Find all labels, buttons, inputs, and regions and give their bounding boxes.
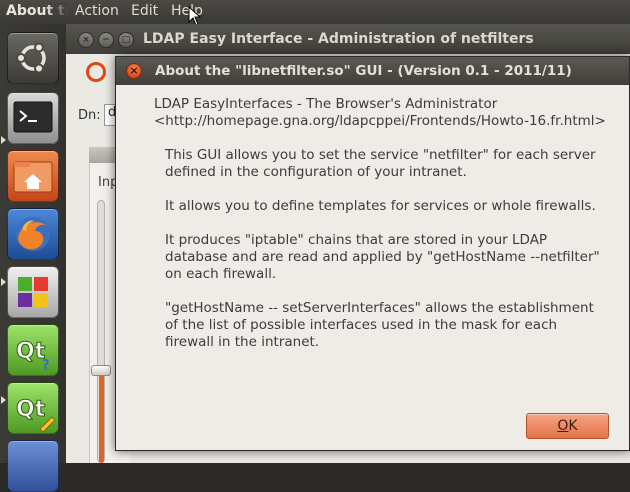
about-paragraph-line: This GUI allows you to set the service "… bbox=[165, 147, 596, 163]
main-window-minimize-icon[interactable]: − bbox=[98, 32, 114, 48]
top-menubar: About the Action Edit Help bbox=[0, 0, 630, 24]
launcher-firefox-button[interactable] bbox=[7, 208, 59, 260]
mouse-pointer-icon bbox=[188, 6, 202, 26]
launcher-terminal-button[interactable] bbox=[7, 92, 59, 144]
about-dialog-body: LDAP EasyInterfaces - The Browser's Admi… bbox=[116, 85, 629, 450]
dialog-close-icon[interactable]: × bbox=[126, 63, 142, 79]
launcher-more-button[interactable] bbox=[7, 440, 59, 492]
running-indicator-icon bbox=[1, 396, 6, 404]
menu-edit[interactable]: Edit bbox=[131, 3, 158, 19]
firefox-icon bbox=[16, 217, 50, 251]
ubuntu-logo-icon bbox=[86, 62, 106, 82]
ubuntu-logo-icon bbox=[16, 42, 46, 74]
qt-help-icon: Qt ? bbox=[16, 339, 50, 374]
main-window-maximize-icon[interactable]: □ bbox=[118, 32, 134, 48]
about-paragraph-line: It produces "iptable" chains that are st… bbox=[165, 232, 548, 248]
main-window-titlebar[interactable]: × − □ LDAP Easy Interface - Administrati… bbox=[66, 24, 630, 54]
launcher-home-folder-button[interactable] bbox=[7, 150, 59, 202]
main-window-title: LDAP Easy Interface - Administration of … bbox=[143, 31, 534, 47]
applications-icon bbox=[18, 277, 48, 307]
ok-mnemonic: O bbox=[557, 418, 569, 434]
about-dialog-titlebar[interactable]: × About the "libnetfilter.so" GUI - (Ver… bbox=[116, 57, 629, 85]
about-paragraph-line: of the list of possible interfaces used … bbox=[165, 317, 558, 333]
interfaces-slider-handle[interactable] bbox=[91, 365, 111, 376]
menu-action[interactable]: Action bbox=[75, 3, 119, 19]
about-paragraph-line: firewall in the intranet. bbox=[165, 334, 320, 350]
main-window-close-icon[interactable]: × bbox=[78, 32, 94, 48]
ok-button[interactable]: OK bbox=[526, 413, 609, 439]
about-paragraph-line: "getHostName -- setServerInterfaces" all… bbox=[165, 300, 594, 316]
about-paragraph-line: defined in the configuration of your int… bbox=[165, 164, 467, 180]
interfaces-slider-fill bbox=[99, 374, 104, 463]
launcher-dash-button[interactable] bbox=[7, 32, 59, 84]
launcher-qt-creator-button[interactable]: Qt ? bbox=[7, 324, 59, 376]
ok-label-rest: K bbox=[568, 418, 578, 434]
launcher-applications-button[interactable] bbox=[7, 266, 59, 318]
terminal-icon bbox=[13, 101, 53, 133]
about-dialog-title: About the "libnetfilter.so" GUI - (Versi… bbox=[155, 63, 572, 79]
about-paragraph-line: It allows you to define templates for se… bbox=[165, 198, 596, 214]
running-indicator-icon bbox=[1, 278, 6, 286]
svg-text:?: ? bbox=[42, 358, 50, 373]
home-folder-icon bbox=[13, 161, 53, 193]
launcher: Qt ? Qt bbox=[0, 24, 67, 492]
dn-label: Dn: bbox=[78, 108, 101, 123]
qt-designer-icon: Qt bbox=[16, 397, 56, 433]
about-header-line: LDAP EasyInterfaces - The Browser's Admi… bbox=[154, 96, 498, 112]
running-indicator-icon bbox=[1, 136, 6, 144]
about-url-line: <http://homepage.gna.org/ldapcppei/Front… bbox=[154, 113, 606, 129]
app-title: About the bbox=[6, 3, 68, 19]
about-dialog: × About the "libnetfilter.so" GUI - (Ver… bbox=[115, 56, 630, 451]
about-paragraph-line: database and are read and applied by "ge… bbox=[165, 249, 600, 265]
launcher-qt-designer-button[interactable]: Qt bbox=[7, 382, 59, 434]
about-paragraph-line: on each firewall. bbox=[165, 266, 277, 282]
svg-text:Qt: Qt bbox=[16, 397, 46, 422]
